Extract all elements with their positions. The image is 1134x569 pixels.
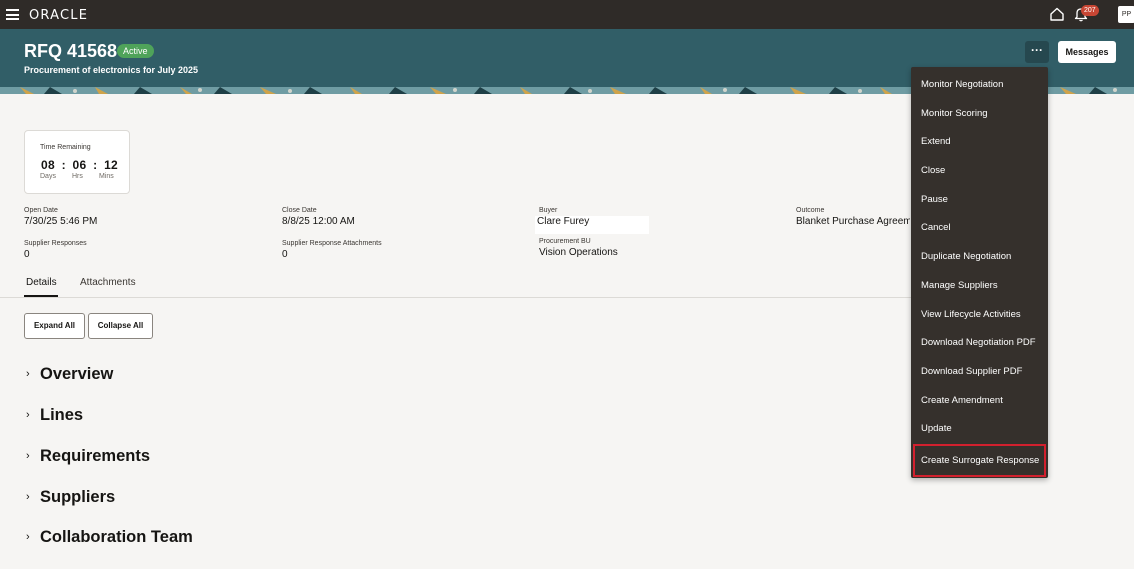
menu-item-download-negotiation-pdf[interactable]: Download Negotiation PDF bbox=[911, 330, 1048, 356]
oracle-logo: ORACLE bbox=[29, 8, 89, 23]
user-avatar[interactable]: PP bbox=[1118, 6, 1134, 23]
attachments-value: 0 bbox=[282, 249, 288, 260]
menu-item-pause[interactable]: Pause bbox=[911, 187, 1048, 213]
mins-unit: Mins bbox=[99, 173, 114, 180]
close-date-value: 8/8/25 12:00 AM bbox=[282, 216, 355, 227]
menu-item-extend[interactable]: Extend bbox=[911, 129, 1048, 155]
chevron-right-icon: › bbox=[26, 491, 30, 503]
section-suppliers[interactable]: › Suppliers bbox=[26, 486, 115, 508]
days-unit: Days bbox=[40, 173, 56, 180]
separator: : bbox=[61, 158, 66, 172]
buyer-value: Clare Furey bbox=[537, 216, 590, 227]
hamburger-menu-icon[interactable] bbox=[6, 9, 19, 20]
section-title: Collaboration Team bbox=[40, 527, 193, 546]
tab-details[interactable]: Details bbox=[26, 277, 57, 288]
time-remaining-label: Time Remaining bbox=[40, 144, 91, 151]
procurement-bu-value: Vision Operations bbox=[539, 247, 618, 258]
section-collaboration-team[interactable]: › Collaboration Team bbox=[26, 526, 193, 548]
section-title: Lines bbox=[40, 405, 84, 424]
hours-value: 06 bbox=[72, 158, 87, 172]
procurement-bu-label: Procurement BU bbox=[539, 238, 591, 245]
global-header: ORACLE 207 PP bbox=[0, 0, 1134, 29]
outcome-label: Outcome bbox=[796, 207, 825, 214]
home-icon[interactable] bbox=[1049, 6, 1065, 22]
chevron-right-icon: › bbox=[26, 531, 30, 543]
chevron-right-icon: › bbox=[26, 368, 30, 380]
menu-item-monitor-scoring[interactable]: Monitor Scoring bbox=[911, 101, 1048, 127]
notification-count-badge: 207 bbox=[1081, 5, 1099, 16]
menu-item-update[interactable]: Update bbox=[911, 416, 1048, 442]
section-title: Overview bbox=[40, 364, 114, 383]
open-date-value: 7/30/25 5:46 PM bbox=[24, 216, 98, 227]
section-title: Suppliers bbox=[40, 487, 116, 506]
expand-all-button[interactable]: Expand All bbox=[24, 313, 85, 339]
separator: : bbox=[93, 158, 98, 172]
outcome-value: Blanket Purchase Agreeme bbox=[796, 216, 910, 227]
status-badge: Active bbox=[117, 44, 154, 58]
menu-item-create-surrogate-response[interactable]: Create Surrogate Response bbox=[913, 444, 1046, 477]
menu-item-download-supplier-pdf[interactable]: Download Supplier PDF bbox=[911, 359, 1048, 385]
section-overview[interactable]: › Overview bbox=[26, 363, 113, 385]
supplier-responses-label: Supplier Responses bbox=[24, 240, 87, 247]
more-actions-button[interactable]: ··· bbox=[1025, 41, 1049, 63]
close-date-label: Close Date bbox=[282, 207, 317, 214]
menu-item-duplicate-negotiation[interactable]: Duplicate Negotiation bbox=[911, 244, 1048, 270]
page-title: RFQ 41568 bbox=[24, 41, 118, 61]
page-subtitle: Procurement of electronics for July 2025 bbox=[24, 65, 199, 75]
tabs-divider bbox=[0, 297, 911, 298]
section-requirements[interactable]: › Requirements bbox=[26, 445, 150, 467]
hours-unit: Hrs bbox=[72, 173, 83, 180]
collapse-all-button[interactable]: Collapse All bbox=[88, 313, 153, 339]
section-title: Requirements bbox=[40, 446, 151, 465]
section-lines[interactable]: › Lines bbox=[26, 404, 83, 426]
menu-item-create-amendment[interactable]: Create Amendment bbox=[911, 388, 1048, 414]
chevron-right-icon: › bbox=[26, 450, 30, 462]
time-remaining-card: Time Remaining 08 : 06 : 12 Days Hrs Min… bbox=[24, 130, 130, 194]
actions-menu: Monitor Negotiation Monitor Scoring Exte… bbox=[911, 67, 1048, 478]
tab-attachments[interactable]: Attachments bbox=[80, 277, 136, 288]
messages-button[interactable]: Messages bbox=[1058, 41, 1116, 63]
mins-value: 12 bbox=[104, 158, 119, 172]
menu-item-cancel[interactable]: Cancel bbox=[911, 215, 1048, 241]
days-value: 08 bbox=[41, 158, 55, 172]
menu-item-manage-suppliers[interactable]: Manage Suppliers bbox=[911, 273, 1048, 299]
menu-item-close[interactable]: Close bbox=[911, 158, 1048, 184]
menu-item-view-lifecycle-activities[interactable]: View Lifecycle Activities bbox=[911, 302, 1048, 328]
open-date-label: Open Date bbox=[24, 207, 58, 214]
supplier-responses-value: 0 bbox=[24, 249, 30, 260]
buyer-label: Buyer bbox=[539, 207, 558, 214]
menu-item-monitor-negotiation[interactable]: Monitor Negotiation bbox=[911, 72, 1048, 98]
attachments-label: Supplier Response Attachments bbox=[282, 240, 382, 247]
chevron-right-icon: › bbox=[26, 409, 30, 421]
time-remaining-values: 08 : 06 : 12 bbox=[41, 158, 118, 172]
